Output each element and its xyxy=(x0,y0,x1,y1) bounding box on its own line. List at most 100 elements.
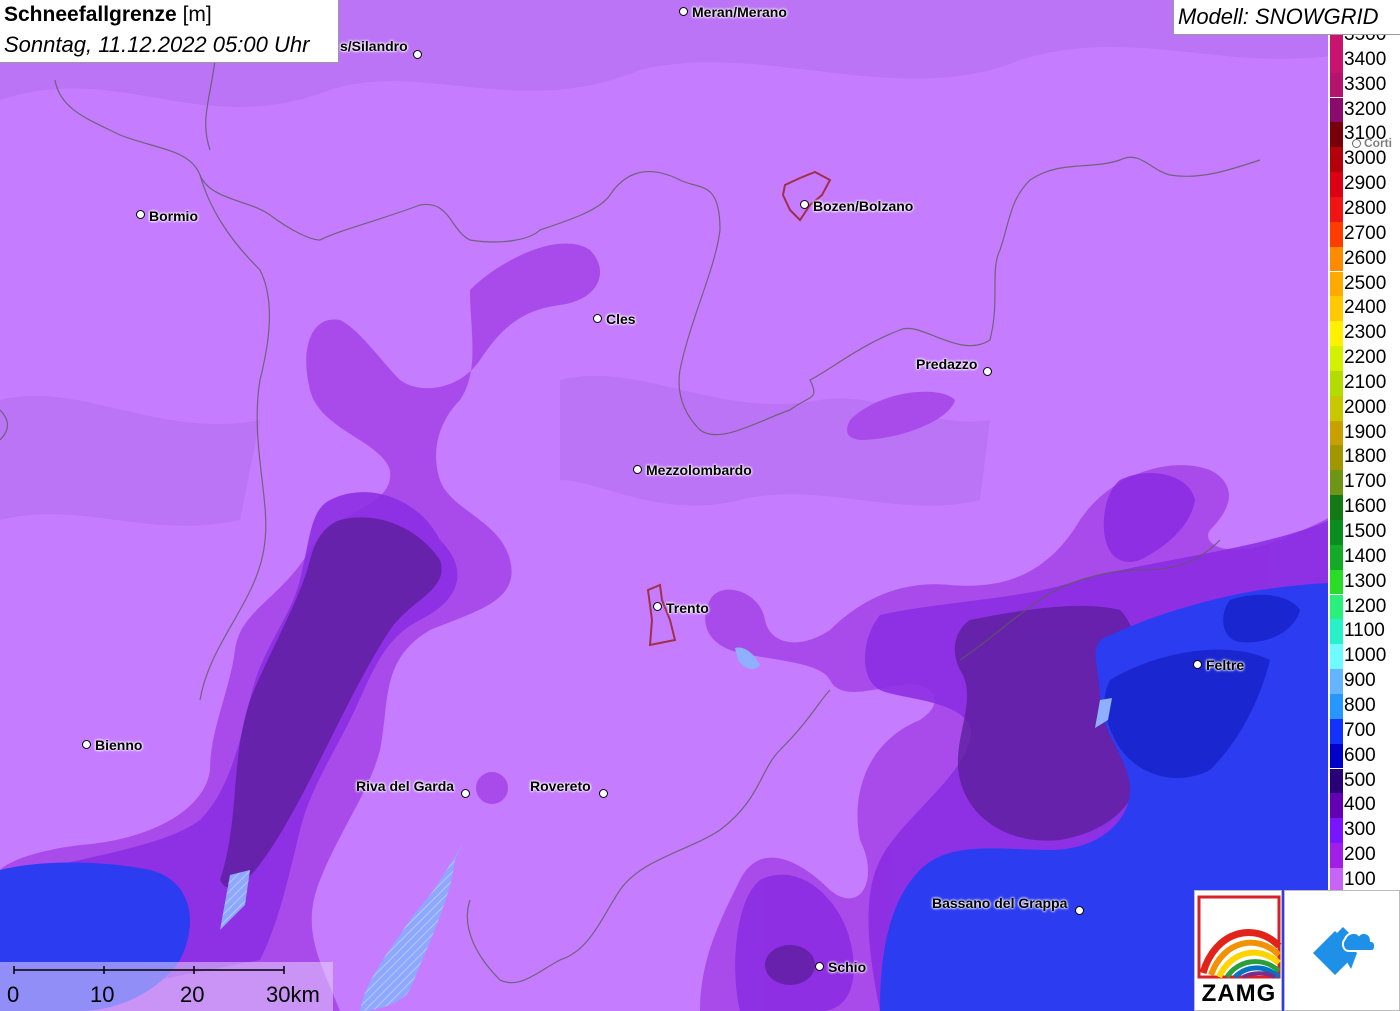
logos: ZAMG xyxy=(1194,890,1400,1011)
legend-entry: 2500 xyxy=(1328,271,1400,297)
legend-swatch xyxy=(1330,520,1343,545)
snowfall-line-map[interactable]: Schneefallgrenze [m] Sonntag, 11.12.2022… xyxy=(0,0,1400,1011)
legend-swatch xyxy=(1330,72,1343,98)
legend-entry: 500 xyxy=(1328,768,1400,794)
legend-entry: 2400 xyxy=(1328,296,1400,322)
city-dot xyxy=(679,7,688,16)
legend-label: 700 xyxy=(1344,719,1376,741)
legend-label: 2300 xyxy=(1344,322,1387,344)
legend-label: 1200 xyxy=(1344,595,1387,617)
legend-label: 2400 xyxy=(1344,297,1387,319)
legend-entry: 3400 xyxy=(1328,47,1400,73)
legend-swatch xyxy=(1330,743,1343,769)
city-label-cles: Cles xyxy=(606,311,636,327)
legend-entry: 2900 xyxy=(1328,172,1400,197)
legend-entry: 2000 xyxy=(1328,395,1400,421)
legend-label: 1000 xyxy=(1344,645,1387,667)
legend-swatch xyxy=(1330,718,1343,744)
legend-label: 200 xyxy=(1344,844,1376,866)
legend-entry: 1200 xyxy=(1328,594,1400,620)
city-dot xyxy=(633,465,642,474)
city-dot xyxy=(983,367,992,376)
legend-swatch xyxy=(1330,793,1343,819)
diamond-cloud-icon xyxy=(1313,927,1377,975)
city-label-mezzolombardo: Mezzolombardo xyxy=(646,462,752,478)
legend-entry: 1100 xyxy=(1328,619,1400,645)
legend-label: 1400 xyxy=(1344,545,1387,567)
model-label: Modell: SNOWGRID xyxy=(1178,4,1379,29)
city-label-bozen: Bozen/Bolzano xyxy=(813,198,914,214)
legend-label: 2600 xyxy=(1344,247,1387,269)
legend-label: 800 xyxy=(1344,694,1376,716)
legend-label: 2800 xyxy=(1344,197,1387,219)
legend-swatch xyxy=(1330,818,1343,843)
legend-swatch xyxy=(1330,445,1343,471)
legend-swatch xyxy=(1330,843,1343,868)
legend-entry: 1800 xyxy=(1328,445,1400,471)
city-label-silandro: s/Silandro xyxy=(340,38,408,54)
city-label-meran: Meran/Merano xyxy=(692,4,787,20)
legend-swatch xyxy=(1330,147,1343,173)
legend-swatch xyxy=(1330,35,1343,48)
legend-label: 1500 xyxy=(1344,521,1387,542)
legend-swatch xyxy=(1330,370,1343,396)
legend-entry: 3000 xyxy=(1328,147,1400,173)
legend-swatch xyxy=(1330,346,1343,371)
rainbow-icon xyxy=(1197,895,1282,979)
legend-entry: 2800 xyxy=(1328,196,1400,222)
scale-bar: 0 10 20 30km xyxy=(0,962,333,1011)
legend-swatch xyxy=(1330,97,1343,123)
legend-swatch xyxy=(1330,867,1343,890)
city-dot xyxy=(461,789,470,798)
city-dot xyxy=(815,962,824,971)
legend-entry: 2300 xyxy=(1328,321,1400,346)
legend-label: 3400 xyxy=(1344,48,1387,70)
legend-entry: 1700 xyxy=(1328,470,1400,496)
legend-label: 2200 xyxy=(1344,347,1387,369)
map-title-panel: Schneefallgrenze [m] Sonntag, 11.12.2022… xyxy=(0,0,339,63)
legend-swatch xyxy=(1330,271,1343,297)
city-dot xyxy=(1352,139,1361,148)
legend-label: 1800 xyxy=(1344,446,1387,468)
city-dot xyxy=(1075,906,1084,915)
legend-entry: 300 xyxy=(1328,818,1400,843)
legend-entry: 200 xyxy=(1328,843,1400,868)
legend-label: 2100 xyxy=(1344,371,1387,393)
city-dot xyxy=(800,200,809,209)
legend-label: 1100 xyxy=(1344,620,1385,642)
legend-entry: 1400 xyxy=(1328,544,1400,570)
legend-label: 2900 xyxy=(1344,173,1387,195)
city-dot xyxy=(82,740,91,749)
city-dot xyxy=(653,602,662,611)
legend-swatch xyxy=(1330,544,1343,570)
legend-swatch xyxy=(1330,321,1343,346)
zamg-logo[interactable]: ZAMG xyxy=(1194,890,1282,1011)
legend-entry: 2600 xyxy=(1328,246,1400,272)
legend-label: 2700 xyxy=(1344,222,1387,244)
legend-swatch xyxy=(1330,594,1343,620)
city-label-feltre: Feltre xyxy=(1206,657,1245,673)
legend-entry: 2100 xyxy=(1328,370,1400,396)
legend-swatch xyxy=(1330,395,1343,421)
legend-label: 900 xyxy=(1344,670,1376,692)
city-dot xyxy=(599,789,608,798)
city-dot xyxy=(136,210,145,219)
legend-entry: 3300 xyxy=(1328,72,1400,98)
legend-label: 500 xyxy=(1344,769,1376,791)
legend-entry: 1000 xyxy=(1328,644,1400,670)
map-canvas xyxy=(0,0,1400,1011)
legend-swatch xyxy=(1330,122,1343,148)
scale-label-10: 10 xyxy=(90,982,115,1007)
partner-logo[interactable] xyxy=(1284,890,1400,1011)
legend-swatch xyxy=(1330,470,1343,496)
model-panel: Modell: SNOWGRID xyxy=(1173,0,1400,35)
city-dot xyxy=(593,314,602,323)
legend-swatch xyxy=(1330,669,1343,694)
legend-label: 1900 xyxy=(1344,421,1387,443)
legend-entry: 3200 xyxy=(1328,97,1400,123)
legend-entry: 700 xyxy=(1328,718,1400,744)
legend-swatch xyxy=(1330,644,1343,670)
legend-label: 3000 xyxy=(1344,148,1387,170)
legend-entry: 2200 xyxy=(1328,346,1400,371)
city-label-bienno: Bienno xyxy=(95,737,143,753)
